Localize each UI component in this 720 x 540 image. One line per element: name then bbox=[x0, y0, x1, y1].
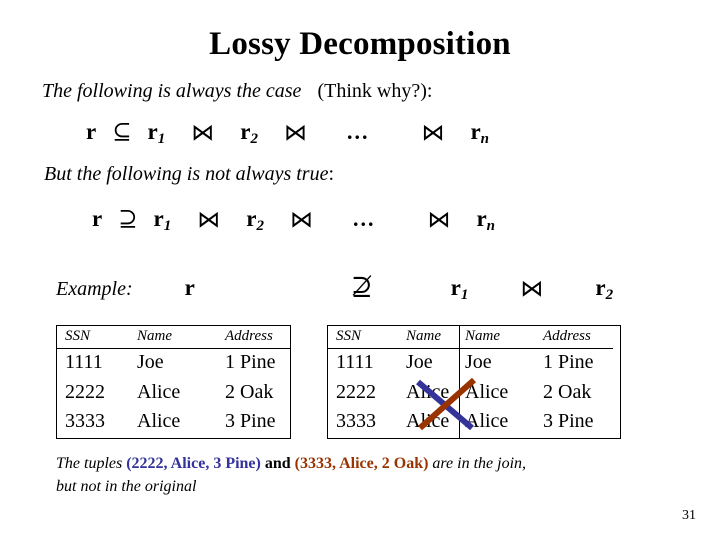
column-header-name: Name bbox=[460, 326, 543, 349]
cell-name: Alice bbox=[465, 410, 509, 433]
formula1-ellipsis: ... bbox=[346, 119, 370, 144]
example-label: Example: bbox=[56, 278, 133, 300]
join-icon: ⋈ bbox=[421, 120, 445, 145]
formula2-ellipsis: ... bbox=[352, 206, 376, 231]
table-row: Alice 3 Pine bbox=[460, 408, 613, 438]
table-r-grid: SSN Name Address 1111 Joe 1 Pine 2222 Al… bbox=[57, 326, 290, 438]
formula1-lhs: r bbox=[86, 119, 97, 144]
page-number: 31 bbox=[682, 508, 696, 523]
table-header-row: Name Address bbox=[460, 326, 613, 349]
formula2-term-rn: rn bbox=[476, 206, 495, 234]
cell-address: 3 Pine bbox=[225, 410, 276, 433]
cell-name: Alice bbox=[465, 380, 509, 403]
think-why-note: (Think why?): bbox=[317, 80, 433, 102]
table-r1-grid: SSN Name 1111 Joe 2222 Alice 3333 Alice bbox=[328, 326, 460, 438]
table-header-row: SSN Name bbox=[328, 326, 460, 349]
footnote-conjunction: and bbox=[264, 455, 291, 472]
cell-name: Joe bbox=[137, 351, 164, 373]
formula2-term-r1: r1 bbox=[153, 206, 172, 234]
table-r: SSN Name Address 1111 Joe 1 Pine 2222 Al… bbox=[56, 325, 291, 439]
formula2-term-r2: r2 bbox=[246, 206, 264, 234]
example-lhs: r bbox=[184, 275, 195, 300]
join-icon: ⋈ bbox=[289, 207, 313, 232]
statement-always-true-text: The following is always the case bbox=[42, 80, 302, 102]
join-icon: ⋈ bbox=[427, 207, 451, 232]
table-row: 1111 Joe 1 Pine bbox=[57, 349, 290, 379]
table-row: 2222 Alice 2 Oak bbox=[57, 379, 290, 409]
example-term-r1: r1 bbox=[450, 275, 469, 303]
cell-name: Alice bbox=[137, 410, 181, 433]
footnote-tuple-blue: (2222, Alice, 3 Pine) bbox=[126, 455, 261, 472]
column-header-name: Name bbox=[137, 326, 225, 349]
cell-name: Alice bbox=[137, 380, 181, 403]
footnote-tuple-brown: (3333, Alice, 2 Oak) bbox=[294, 455, 429, 472]
cell-address: 1 Pine bbox=[225, 351, 276, 373]
not-superset-operator-icon: ⊉ bbox=[350, 272, 373, 301]
column-header-ssn: SSN bbox=[57, 326, 137, 349]
cell-address: 2 Oak bbox=[225, 380, 274, 403]
formula1-term-rn: rn bbox=[470, 119, 489, 147]
cell-ssn: 2222 bbox=[336, 380, 376, 403]
footnote-line2: but not in the original bbox=[56, 478, 197, 496]
formula1-term-r2: r2 bbox=[240, 119, 258, 147]
cell-ssn: 2222 bbox=[65, 380, 105, 403]
join-icon: ⋈ bbox=[191, 120, 215, 145]
table-header-row: SSN Name Address bbox=[57, 326, 290, 349]
footnote: The tuples (2222, Alice, 3 Pine) and (33… bbox=[56, 452, 676, 498]
join-icon: ⋈ bbox=[520, 276, 544, 301]
table-row: 3333 Alice bbox=[328, 408, 460, 438]
cell-name: Joe bbox=[406, 351, 433, 373]
slide-canvas: Lossy Decomposition The following is alw… bbox=[0, 0, 720, 540]
statement-not-always-true-text: But the following is not always true bbox=[44, 163, 329, 185]
page-title: Lossy Decomposition bbox=[209, 26, 511, 62]
formula2-lhs: r bbox=[92, 206, 103, 231]
formula-not-always-true: r ⊇ r1 ⋈ r2 ⋈... ⋈ rn bbox=[92, 206, 495, 235]
column-header-address: Address bbox=[543, 326, 613, 349]
footnote-prefix: The tuples bbox=[56, 455, 123, 472]
footnote-middle: are bbox=[432, 455, 454, 472]
table-r2: Name Address Joe 1 Pine Alice 2 Oak Alic… bbox=[459, 325, 621, 439]
cell-name: Joe bbox=[465, 351, 492, 373]
cell-name: Alice bbox=[406, 410, 450, 433]
cell-ssn: 1111 bbox=[336, 351, 374, 373]
table-row: 1111 Joe bbox=[328, 349, 460, 379]
column-header-ssn: SSN bbox=[328, 326, 406, 349]
column-header-address: Address bbox=[225, 326, 290, 349]
statement-not-always-true: But the following is not always true: bbox=[44, 163, 334, 186]
table-row: Alice 2 Oak bbox=[460, 379, 613, 409]
formula-always-true: r ⊆ r1 ⋈ r2 ⋈... ⋈ rn bbox=[86, 119, 489, 148]
table-r2-grid: Name Address Joe 1 Pine Alice 2 Oak Alic… bbox=[460, 326, 613, 438]
column-header-name: Name bbox=[406, 326, 460, 349]
join-icon: ⋈ bbox=[197, 207, 221, 232]
table-row: 3333 Alice 3 Pine bbox=[57, 408, 290, 438]
subset-operator-icon: ⊆ bbox=[112, 119, 132, 144]
cell-ssn: 3333 bbox=[336, 410, 376, 433]
example-term-r2: r2 bbox=[595, 275, 614, 303]
table-row: 2222 Alice bbox=[328, 379, 460, 409]
table-row: Joe 1 Pine bbox=[460, 349, 613, 379]
table-r1: SSN Name 1111 Joe 2222 Alice 3333 Alice bbox=[327, 325, 461, 439]
cell-name: Alice bbox=[406, 380, 450, 403]
superset-operator-icon: ⊇ bbox=[118, 206, 138, 231]
example-row: Example: r ⊉ r1 ⋈ r2 bbox=[56, 272, 676, 304]
cell-address: 1 Pine bbox=[543, 351, 594, 373]
join-icon: ⋈ bbox=[283, 120, 307, 145]
statement-colon: : bbox=[328, 163, 335, 185]
cell-ssn: 1111 bbox=[65, 351, 103, 373]
cell-ssn: 3333 bbox=[65, 410, 105, 433]
formula1-term-r1: r1 bbox=[147, 119, 166, 147]
cell-address: 2 Oak bbox=[543, 380, 592, 403]
cell-address: 3 Pine bbox=[543, 410, 594, 433]
statement-always-true: The following is always the case (Think w… bbox=[42, 80, 432, 103]
footnote-suffix: in the join, bbox=[457, 455, 527, 472]
